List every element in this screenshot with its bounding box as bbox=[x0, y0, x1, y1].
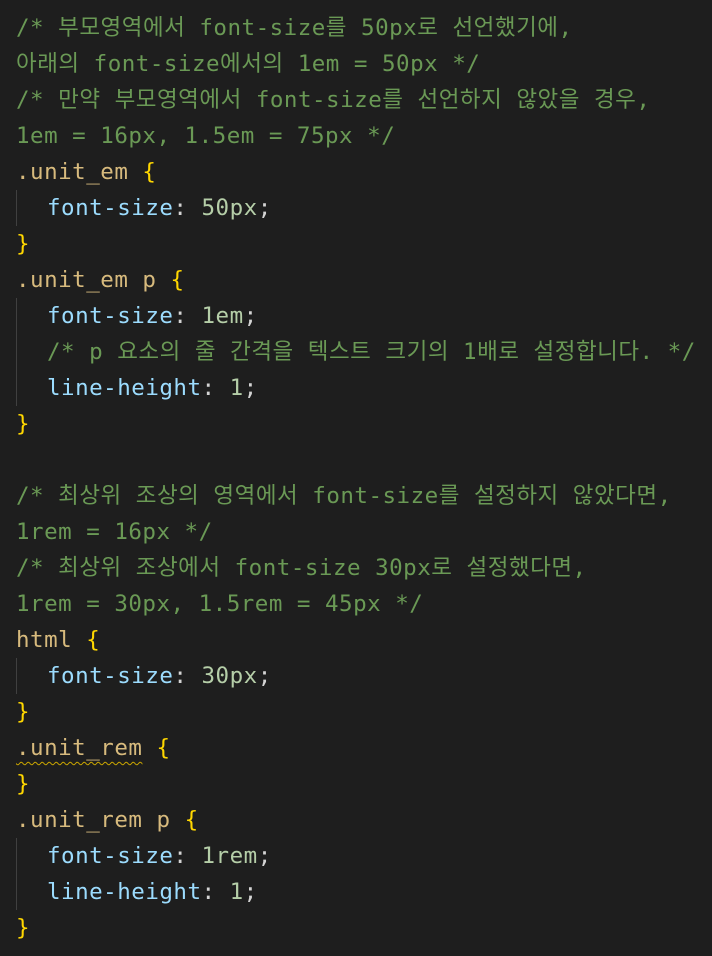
css-selector-warning: .unit_rem bbox=[16, 735, 143, 761]
comment-text: 1rem = 30px, 1.5rem = 45px */ bbox=[16, 591, 424, 617]
css-value: 30px bbox=[201, 663, 258, 689]
code-lines: /* 부모영역에서 font-size를 50px로 선언했기에, 아래의 fon… bbox=[0, 10, 712, 946]
css-value: 1 bbox=[229, 375, 244, 401]
code-line[interactable]: /* 최상위 조상에서 font-size 30px로 설정했다면, bbox=[0, 550, 712, 586]
code-line[interactable]: 아래의 font-size에서의 1em = 50px */ bbox=[0, 46, 712, 82]
css-selector: html bbox=[16, 627, 73, 653]
comment-text: /* 최상위 조상에서 font-size 30px로 설정했다면, bbox=[16, 555, 587, 581]
punctuation: : bbox=[173, 303, 202, 329]
css-selector: .unit_em p bbox=[16, 267, 157, 293]
brace: { bbox=[86, 627, 101, 653]
brace: } bbox=[16, 231, 31, 257]
code-line[interactable]: font-size: 50px; bbox=[0, 190, 712, 226]
comment-text: /* 만약 부모영역에서 font-size를 선언하지 않았을 경우, bbox=[16, 87, 651, 113]
punctuation: : bbox=[201, 375, 230, 401]
code-editor[interactable]: /* 부모영역에서 font-size를 50px로 선언했기에, 아래의 fon… bbox=[0, 0, 712, 956]
css-property: font-size bbox=[47, 843, 174, 869]
punctuation bbox=[128, 159, 142, 185]
punctuation bbox=[156, 267, 170, 293]
indent-guide bbox=[16, 334, 17, 370]
css-property: font-size bbox=[47, 195, 174, 221]
code-line[interactable]: 1rem = 16px */ bbox=[0, 514, 712, 550]
code-line[interactable] bbox=[0, 442, 712, 478]
css-property: font-size bbox=[47, 663, 174, 689]
css-value: 1em bbox=[201, 303, 244, 329]
punctuation: : bbox=[173, 843, 202, 869]
code-line[interactable]: .unit_rem { bbox=[0, 730, 712, 766]
brace: } bbox=[16, 699, 31, 725]
css-property: line-height bbox=[47, 375, 202, 401]
comment-text: 아래의 font-size에서의 1em = 50px */ bbox=[16, 51, 481, 77]
code-line[interactable]: .unit_rem p { bbox=[0, 802, 712, 838]
css-property: line-height bbox=[47, 879, 202, 905]
comment-text: /* p 요소의 줄 간격을 텍스트 크기의 1배로 설정합니다. */ bbox=[47, 339, 696, 365]
code-line[interactable]: /* p 요소의 줄 간격을 텍스트 크기의 1배로 설정합니다. */ bbox=[0, 334, 712, 370]
code-line[interactable]: html { bbox=[0, 622, 712, 658]
comment-text: 1em = 16px, 1.5em = 75px */ bbox=[16, 123, 396, 149]
code-line[interactable]: font-size: 1rem; bbox=[0, 838, 712, 874]
brace: } bbox=[16, 771, 31, 797]
punctuation: ; bbox=[243, 375, 258, 401]
brace: } bbox=[16, 411, 31, 437]
code-line[interactable]: /* 만약 부모영역에서 font-size를 선언하지 않았을 경우, bbox=[0, 82, 712, 118]
code-line[interactable]: /* 최상위 조상의 영역에서 font-size를 설정하지 않았다면, bbox=[0, 478, 712, 514]
css-selector: .unit_rem p bbox=[16, 807, 171, 833]
code-line[interactable]: } bbox=[0, 694, 712, 730]
code-line[interactable]: /* 부모영역에서 font-size를 50px로 선언했기에, bbox=[0, 10, 712, 46]
code-line[interactable]: 1em = 16px, 1.5em = 75px */ bbox=[0, 118, 712, 154]
indent-guide bbox=[16, 190, 17, 226]
indent-guide bbox=[16, 370, 17, 406]
comment-text: /* 최상위 조상의 영역에서 font-size를 설정하지 않았다면, bbox=[16, 483, 672, 509]
brace: { bbox=[170, 267, 185, 293]
code-line[interactable]: .unit_em { bbox=[0, 154, 712, 190]
code-line[interactable]: font-size: 1em; bbox=[0, 298, 712, 334]
punctuation: : bbox=[173, 663, 202, 689]
indent-guide bbox=[16, 298, 17, 334]
brace: { bbox=[156, 735, 171, 761]
punctuation: ; bbox=[243, 303, 258, 329]
punctuation bbox=[171, 807, 185, 833]
css-value: 1rem bbox=[201, 843, 258, 869]
punctuation: ; bbox=[257, 663, 272, 689]
punctuation bbox=[72, 627, 86, 653]
code-line[interactable]: .unit_em p { bbox=[0, 262, 712, 298]
brace: { bbox=[142, 159, 157, 185]
css-selector: .unit_em bbox=[16, 159, 129, 185]
code-line[interactable]: } bbox=[0, 766, 712, 802]
indent-guide bbox=[16, 658, 17, 694]
brace: { bbox=[184, 807, 199, 833]
punctuation: ; bbox=[257, 195, 272, 221]
code-line[interactable]: } bbox=[0, 910, 712, 946]
css-property: font-size bbox=[47, 303, 174, 329]
comment-text: /* 부모영역에서 font-size를 50px로 선언했기에, bbox=[16, 15, 573, 41]
code-line[interactable]: font-size: 30px; bbox=[0, 658, 712, 694]
punctuation: : bbox=[173, 195, 202, 221]
code-line[interactable]: } bbox=[0, 406, 712, 442]
code-line[interactable]: line-height: 1; bbox=[0, 370, 712, 406]
css-value: 1 bbox=[229, 879, 244, 905]
punctuation bbox=[142, 735, 156, 761]
indent-guide bbox=[16, 838, 17, 874]
comment-text: 1rem = 16px */ bbox=[16, 519, 213, 545]
code-line[interactable]: } bbox=[0, 226, 712, 262]
css-value: 50px bbox=[201, 195, 258, 221]
brace: } bbox=[16, 915, 31, 941]
punctuation: : bbox=[201, 879, 230, 905]
indent-guide bbox=[16, 874, 17, 910]
code-line[interactable]: line-height: 1; bbox=[0, 874, 712, 910]
punctuation: ; bbox=[257, 843, 272, 869]
punctuation: ; bbox=[243, 879, 258, 905]
code-line[interactable]: 1rem = 30px, 1.5rem = 45px */ bbox=[0, 586, 712, 622]
